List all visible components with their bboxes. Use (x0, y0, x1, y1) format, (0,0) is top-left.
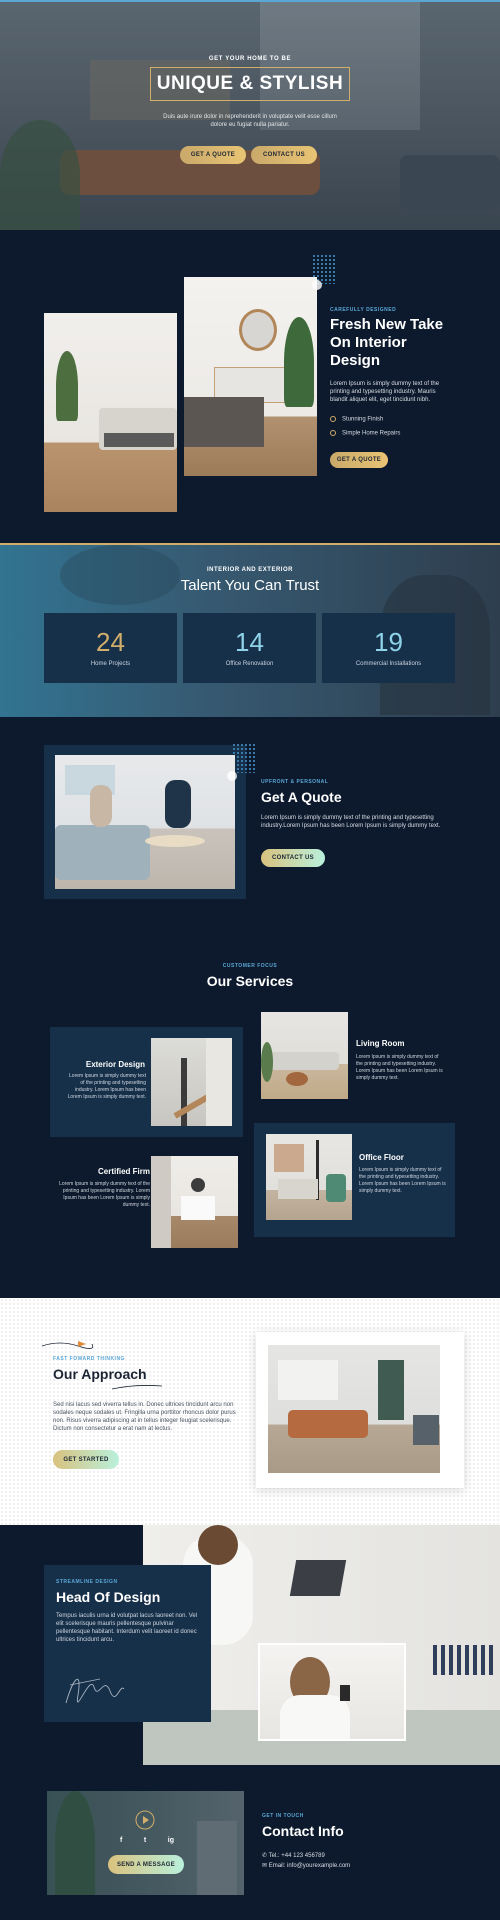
fresh-section: CAREFULLY DESIGNED Fresh New Take On Int… (0, 230, 500, 545)
head-text: Tempus iaculis urna id volutpat lacus la… (56, 1613, 198, 1643)
talent-section: INTERIOR AND EXTERIOR Talent You Can Tru… (0, 545, 500, 717)
check-circle-icon (330, 416, 336, 422)
approach-title: Our Approach (53, 1366, 147, 1382)
quote-contact-button[interactable]: CONTACT US (261, 849, 325, 867)
stat-card: 24 Home Projects (44, 613, 177, 683)
twitter-icon[interactable]: t (144, 1837, 146, 1844)
signature-icon (65, 1678, 125, 1704)
office-meeting-image (55, 755, 235, 889)
dresser-image (184, 277, 317, 476)
talent-title: Talent You Can Trust (180, 577, 320, 594)
fresh-text: Lorem Ipsum is simply dummy text of the … (330, 381, 440, 403)
service-card-living[interactable]: Living Room Lorem Ipsum is simply dummy … (350, 1027, 460, 1107)
fresh-item-1: Stunning Finish (330, 416, 383, 423)
service-title: Living Room (356, 1039, 405, 1048)
fresh-title: Fresh New Take On Interior Design (330, 316, 444, 369)
social-icons: f t ig (120, 1837, 174, 1844)
office-floor-image (266, 1134, 352, 1220)
check-circle-icon (330, 430, 336, 436)
service-text: Lorem Ipsum is simply dummy text of the … (59, 1181, 150, 1208)
service-text: Lorem Ipsum is simply dummy text of the … (359, 1167, 446, 1194)
facebook-icon[interactable]: f (120, 1837, 122, 1844)
stat-value: 14 (235, 627, 264, 657)
hero-section: GET YOUR HOME TO BE UNIQUE & STYLISH Dui… (0, 0, 500, 230)
stat-label: Home Projects (90, 661, 131, 667)
contact-title: Contact Info (262, 1823, 344, 1839)
stat-label: Office Renovation (225, 661, 274, 667)
talent-kicker: INTERIOR AND EXTERIOR (207, 567, 293, 573)
nightstand-image (151, 1156, 238, 1248)
head-card: STREAMLINE DESIGN Head Of Design Tempus … (44, 1565, 211, 1722)
service-title: Office Floor (359, 1153, 404, 1162)
service-card-certified[interactable]: Certified Firm Lorem Ipsum is simply dum… (50, 1152, 150, 1252)
quote-section: UPFRONT & PERSONAL Get A Quote Lorem Ips… (0, 717, 500, 937)
bedroom-image (44, 313, 177, 512)
approach-kicker: FAST FOWARD THINKING (53, 1356, 125, 1362)
services-section: CUSTOMER FOCUS Our Services Exterior Des… (0, 937, 500, 1298)
hero-quote-button[interactable]: GET A QUOTE (180, 146, 246, 164)
stat-value: 24 (96, 627, 125, 657)
approach-text: Sed nisi lacus sed viverra tellus in. Do… (53, 1402, 236, 1432)
services-title: Our Services (206, 973, 294, 989)
approach-section: FAST FOWARD THINKING Our Approach Sed ni… (0, 1298, 500, 1525)
service-title: Exterior Design (85, 1060, 145, 1069)
underline-doodle-icon (111, 1385, 163, 1390)
quote-text: Lorem Ipsum is simply dummy text of the … (261, 815, 441, 829)
instagram-icon[interactable]: ig (168, 1837, 174, 1844)
phone-woman-image (258, 1643, 406, 1741)
stat-card: 14 Office Renovation (183, 613, 316, 683)
phone-icon: ✆ (262, 1853, 268, 1859)
play-button-icon[interactable] (135, 1810, 155, 1830)
service-text: Lorem Ipsum is simply dummy text of the … (356, 1054, 443, 1081)
living-room-image (261, 1012, 348, 1099)
fresh-quote-button[interactable]: GET A QUOTE (330, 452, 388, 468)
head-title: Head Of Design (56, 1589, 161, 1605)
service-title: Certified Firm (97, 1167, 150, 1176)
decor-dots (232, 743, 256, 773)
approach-start-button[interactable]: GET STARTED (53, 1450, 119, 1469)
mail-icon: ✉ (262, 1863, 268, 1869)
service-text: Lorem Ipsum is simply dummy text of the … (67, 1073, 146, 1100)
contact-phone: ✆ Tel.: +44 123 456789 (262, 1853, 325, 1859)
services-kicker: CUSTOMER FOCUS (222, 963, 278, 969)
quote-kicker: UPFRONT & PERSONAL (261, 779, 329, 785)
stat-card: 19 Commercial Installations (322, 613, 455, 683)
slider-dot-icon[interactable] (312, 280, 322, 290)
quote-title: Get A Quote (261, 789, 342, 805)
hero-contact-button[interactable]: CONTACT US (251, 146, 317, 164)
slider-dot-icon[interactable] (227, 771, 237, 781)
arrow-doodle-icon (41, 1341, 94, 1349)
stat-label: Commercial Installations (355, 661, 422, 667)
head-section: STREAMLINE DESIGN Head Of Design Tempus … (0, 1525, 500, 1765)
contact-email: ✉ Email: info@yourexample.com (262, 1863, 351, 1869)
contact-section: f t ig SEND A MESSAGE GET IN TOUCH Conta… (0, 1765, 500, 1920)
fresh-kicker: CAREFULLY DESIGNED (330, 307, 397, 313)
hero-kicker: GET YOUR HOME TO BE (208, 56, 292, 62)
contact-kicker: GET IN TOUCH (262, 1813, 304, 1819)
approach-room-image (268, 1345, 440, 1473)
fresh-item-2: Simple Home Repairs (330, 430, 400, 437)
staircase-image (151, 1038, 232, 1126)
stat-value: 19 (374, 627, 403, 657)
hero-text: Duis aute irure dolor in reprehenderit i… (163, 114, 337, 128)
send-message-button[interactable]: SEND A MESSAGE (108, 1855, 184, 1874)
hero-title: UNIQUE & STYLISH (156, 73, 344, 94)
head-kicker: STREAMLINE DESIGN (56, 1579, 118, 1585)
